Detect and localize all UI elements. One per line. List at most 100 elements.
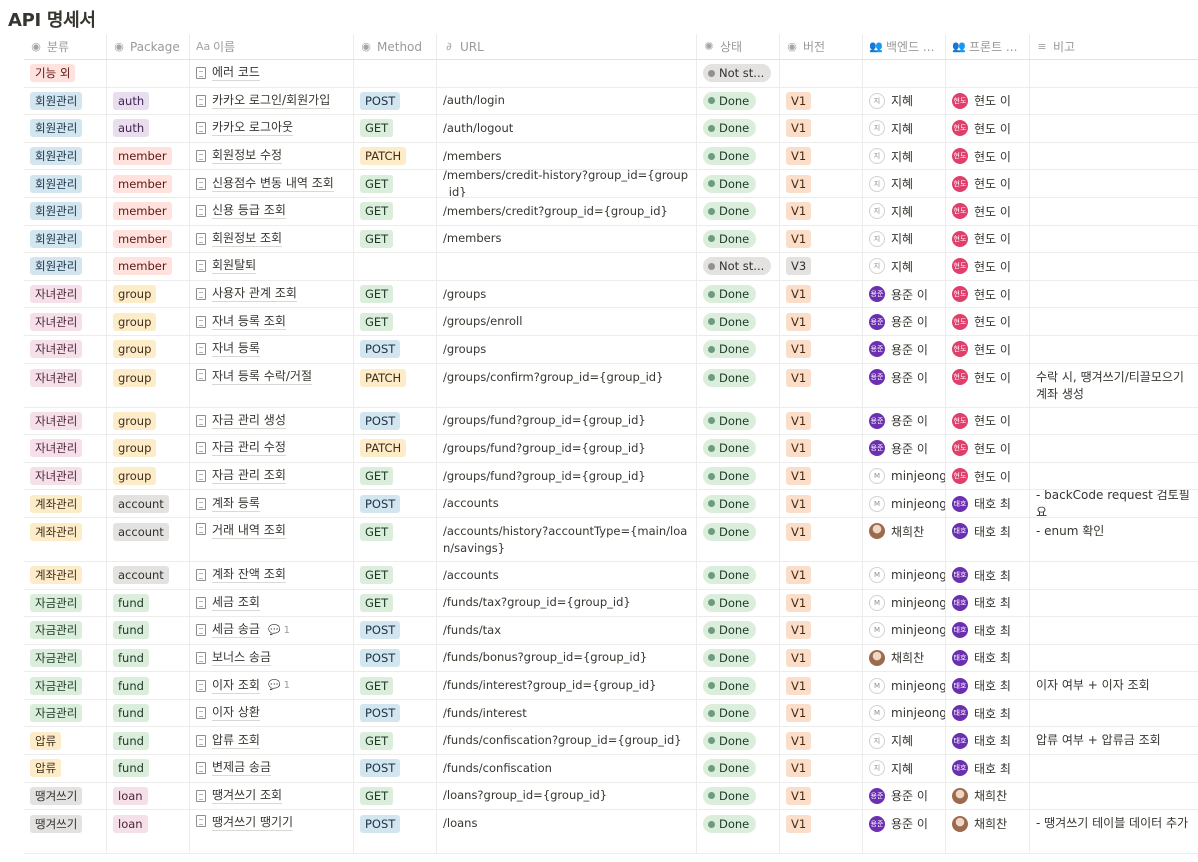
backend-person[interactable]: 지 지혜 [869,732,913,749]
page-link[interactable]: 이자 조회 [212,678,260,694]
table-row[interactable]: 회원관리 member 신용점수 변동 내역 조회 GET/members/credi… [24,170,1198,198]
url-link[interactable]: /auth/logout [443,120,513,137]
backend-person[interactable]: 용준 용준 이 [869,787,928,804]
status-badge[interactable]: Done [703,174,757,193]
method-tag[interactable]: POST [360,704,401,723]
package-tag[interactable]: member [113,202,172,221]
method-tag[interactable]: PATCH [360,147,407,166]
status-badge[interactable]: Done [703,522,757,541]
package-tag[interactable]: group [113,285,157,304]
frontend-person[interactable]: 현도 현도 이 [952,468,1011,485]
status-badge[interactable]: Not st... [703,64,772,83]
frontend-person[interactable]: 채희찬 [952,815,1007,832]
frontend-person[interactable]: 현도 현도 이 [952,440,1011,457]
backend-person[interactable]: 채희찬 [869,523,924,540]
package-tag[interactable]: member [113,229,172,248]
status-badge[interactable]: Done [703,467,757,486]
page-link[interactable]: 자녀 등록 수락/거절 [212,369,312,385]
backend-person[interactable]: 지 지혜 [869,148,913,165]
frontend-person[interactable]: 태호 태호 최 [952,732,1011,749]
status-badge[interactable]: Done [703,285,757,304]
category-tag[interactable]: 자녀관리 [30,340,83,359]
url-link[interactable]: /auth/login [443,92,505,109]
column-header-2[interactable]: Aa 이름 [190,34,354,59]
version-tag[interactable]: V1 [786,229,812,248]
table-row[interactable]: 자금관리 fund 이자 상환 POST/funds/interest Done V1 Mm… [24,699,1198,728]
backend-person[interactable]: 용준 용준 이 [869,440,928,457]
package-tag[interactable]: account [113,522,169,541]
package-tag[interactable]: group [113,340,157,359]
url-link[interactable]: /groups [443,341,486,358]
column-header-7[interactable]: 👥 백엔드 ... [863,34,946,59]
version-tag[interactable]: V1 [786,411,812,430]
category-tag[interactable]: 땡겨쓰기 [30,786,83,805]
page-link[interactable]: 압류 조회 [212,733,260,749]
page-link[interactable]: 신용 등급 조회 [212,203,286,220]
page-link[interactable]: 이자 상환 [212,705,260,722]
package-tag[interactable]: account [113,494,169,513]
column-header-3[interactable]: ◉ Method [354,34,437,59]
column-header-5[interactable]: ✺ 상태 [697,34,780,59]
category-tag[interactable]: 기능 외 [30,64,76,83]
status-badge[interactable]: Done [703,731,757,750]
url-link[interactable]: /funds/tax [443,622,501,639]
frontend-person[interactable]: 태호 태호 최 [952,677,1011,694]
method-tag[interactable]: GET [360,202,394,221]
category-tag[interactable]: 자녀관리 [30,439,83,458]
category-tag[interactable]: 계좌관리 [30,522,83,541]
url-link[interactable]: /groups/confirm?group_id={group_id} [443,369,663,386]
package-tag[interactable]: member [113,147,172,166]
frontend-person[interactable]: 태호 태호 최 [952,760,1011,777]
status-badge[interactable]: Done [703,439,757,458]
frontend-person[interactable]: 현도 현도 이 [952,286,1011,303]
category-tag[interactable]: 계좌관리 [30,494,83,513]
method-tag[interactable]: POST [360,411,401,430]
status-badge[interactable]: Done [703,202,757,221]
frontend-person[interactable]: 현도 현도 이 [952,230,1011,247]
version-tag[interactable]: V1 [786,340,812,359]
method-tag[interactable]: PATCH [360,439,407,458]
version-tag[interactable]: V1 [786,467,812,486]
url-link[interactable]: /members/credit?group_id={group_id} [443,203,668,220]
version-tag[interactable]: V1 [786,648,812,667]
status-badge[interactable]: Done [703,815,757,834]
backend-person[interactable]: Mminjeong l [869,594,945,611]
category-tag[interactable]: 땡겨쓰기 [30,815,83,834]
page-link[interactable]: 땡겨쓰기 땡기기 [212,815,294,832]
frontend-person[interactable]: 현도 현도 이 [952,258,1011,275]
version-tag[interactable]: V1 [786,593,812,612]
table-row[interactable]: 기능 외 에러 코드 Not st... [24,60,1198,88]
frontend-person[interactable]: 태호 태호 최 [952,567,1011,584]
table-row[interactable]: 회원관리 auth 카카오 로그아웃 GET/auth/logout Done V1 지 지혜… [24,115,1198,143]
table-row[interactable]: 압류 fund 변제금 송금 POST/funds/confiscation Done V… [24,755,1198,783]
status-badge[interactable]: Done [703,676,757,695]
backend-person[interactable]: 지 지혜 [869,230,913,247]
version-tag[interactable]: V1 [786,494,812,513]
version-tag[interactable]: V1 [786,786,812,805]
column-header-1[interactable]: ◉ Package [107,34,190,59]
backend-person[interactable]: 지 지혜 [869,760,913,777]
status-badge[interactable]: Done [703,91,757,110]
version-tag[interactable]: V1 [786,91,812,110]
table-row[interactable]: 땡겨쓰기 loan 땡겨쓰기 땡기기 POST/loans Done V1 용준 용준 이 채희… [24,810,1198,855]
frontend-person[interactable]: 태호 태호 최 [952,594,1011,611]
url-link[interactable]: /members [443,148,501,165]
url-link[interactable]: /groups/enroll [443,313,522,330]
package-tag[interactable]: loan [113,815,148,834]
category-tag[interactable]: 자금관리 [30,648,83,667]
method-tag[interactable]: GET [360,174,394,193]
backend-person[interactable]: 용준 용준 이 [869,341,928,358]
table-row[interactable]: 자녀관리 group 자금 관리 생성 POST/groups/fund?group_… [24,407,1198,436]
url-link[interactable]: /funds/tax?group_id={group_id} [443,594,631,611]
table-row[interactable]: 자금관리 fund 이자 조회 💬 1 GET/funds/interest?group… [24,672,1198,700]
backend-person[interactable]: Mminjeong l [869,677,945,694]
url-link[interactable]: /loans [443,815,477,832]
method-tag[interactable]: GET [360,285,394,304]
column-header-4[interactable]: ∂ URL [437,34,697,59]
status-badge[interactable]: Done [703,229,757,248]
backend-person[interactable]: 지 지혜 [869,92,913,109]
comment-icon[interactable]: 💬 1 [268,625,290,636]
version-tag[interactable]: V1 [786,759,812,778]
status-badge[interactable]: Done [703,494,757,513]
category-tag[interactable]: 압류 [30,731,62,750]
